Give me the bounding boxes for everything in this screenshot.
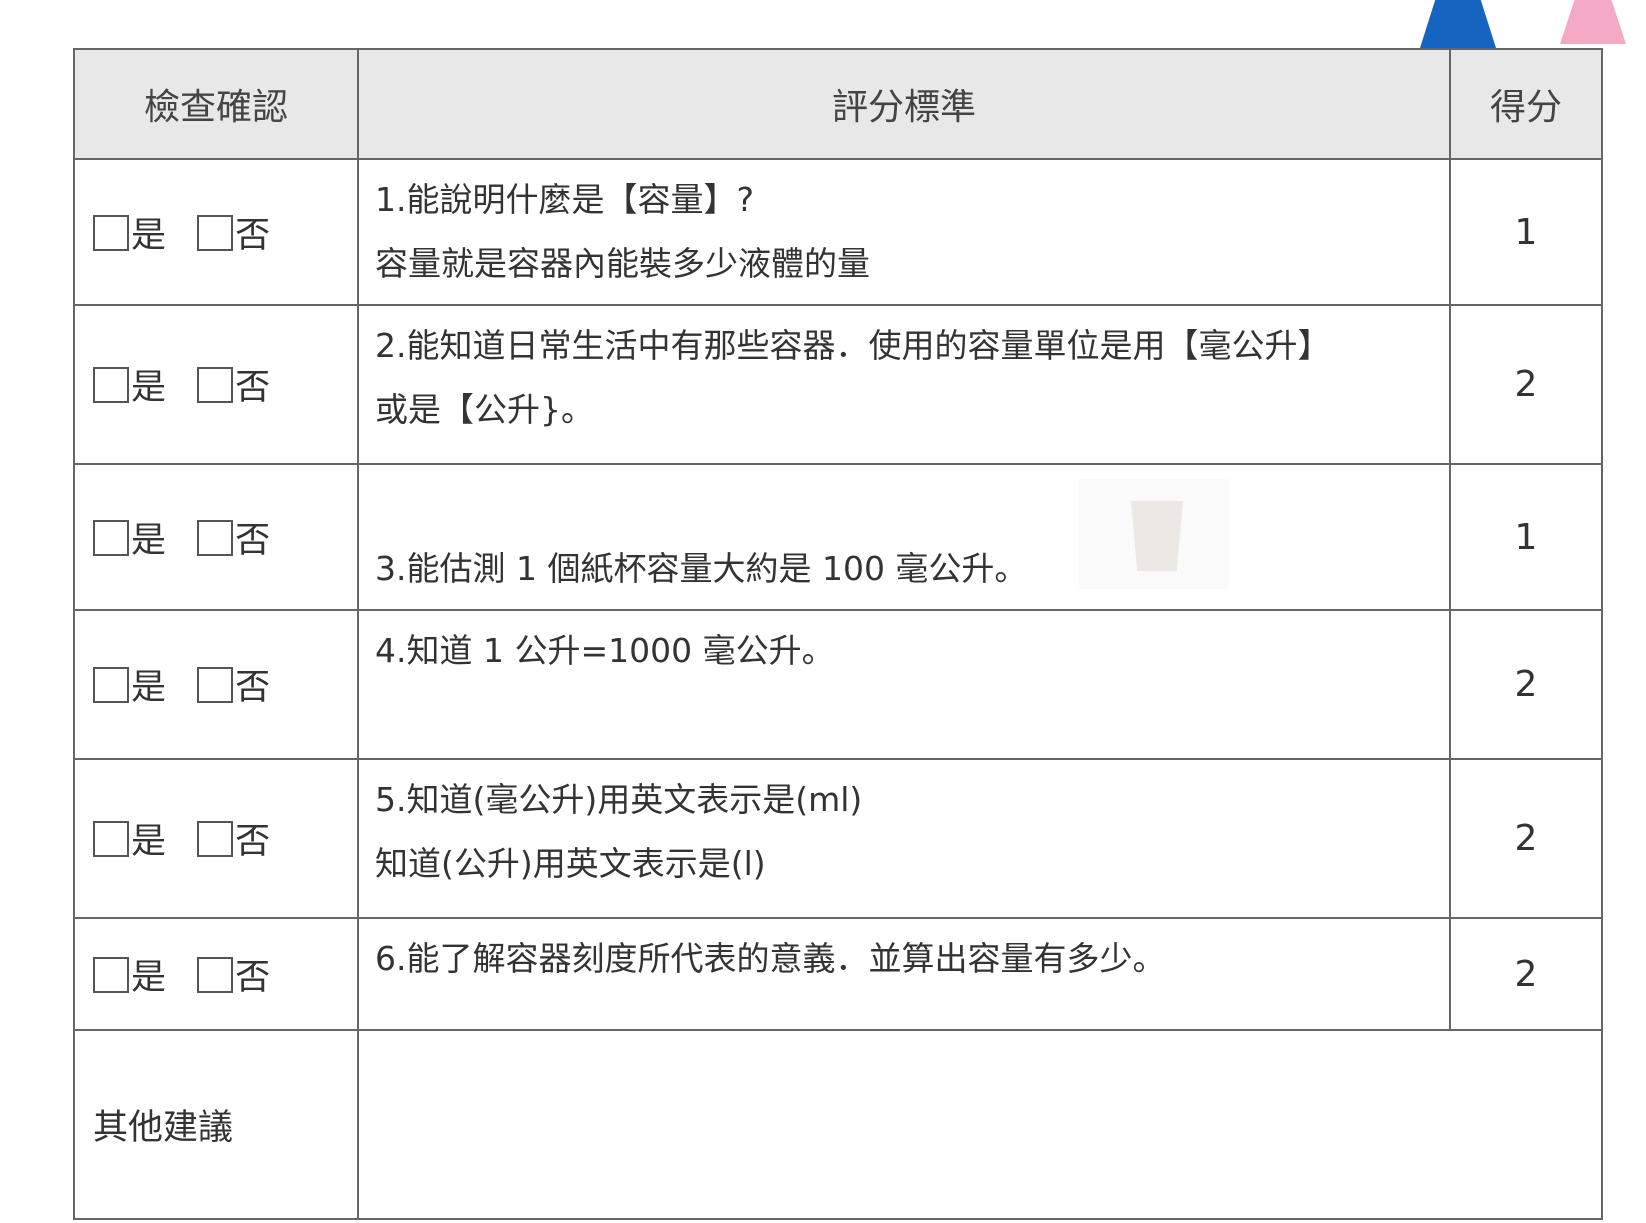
yes-checkbox[interactable]: 是	[93, 956, 167, 998]
yes-label: 是	[131, 368, 167, 408]
check-cell: 是 否	[73, 304, 359, 465]
checkbox-icon[interactable]	[197, 667, 234, 703]
other-suggestions-row: 其他建議	[73, 1029, 1603, 1220]
rubric-table: 檢查確認 評分標準 得分 是 否 1.能說明什麼是【容量】? 容量就是容器內能裝多…	[73, 48, 1603, 1220]
score-cell: 1	[1449, 158, 1603, 306]
checkbox-icon[interactable]	[93, 667, 129, 703]
checkbox-icon[interactable]	[93, 956, 129, 993]
no-checkbox[interactable]: 否	[197, 667, 271, 708]
table-row: 是 否 5.知道(毫公升)用英文表示是(ml) 知道(公升)用英文表示是(l) 2	[73, 758, 1603, 919]
criteria-line: 2.能知道日常生活中有那些容器．使用的容量單位是用【毫公升】	[375, 326, 1331, 365]
header-row: 檢查確認 評分標準 得分	[73, 48, 1603, 160]
no-label: 否	[235, 822, 271, 862]
yes-label: 是	[131, 822, 167, 862]
criteria-line: 1.能說明什麼是【容量】?	[375, 180, 755, 219]
character-blue-illustration	[1420, 0, 1496, 48]
criteria-cell: 5.知道(毫公升)用英文表示是(ml) 知道(公升)用英文表示是(l)	[357, 758, 1451, 919]
check-cell: 是 否	[73, 609, 359, 760]
no-label: 否	[235, 520, 271, 561]
checkbox-icon[interactable]	[93, 821, 129, 857]
yes-label: 是	[131, 668, 167, 708]
check-cell: 是 否	[73, 758, 359, 919]
criteria-line: 或是【公升}。	[375, 390, 594, 429]
header-criteria: 評分標準	[357, 48, 1451, 160]
table-row: 是 否 4.知道 1 公升=1000 毫公升。 2	[73, 609, 1603, 760]
table-row: 是 否 1.能說明什麼是【容量】? 容量就是容器內能裝多少液體的量 1	[73, 158, 1603, 306]
character-pink-illustration	[1560, 0, 1626, 44]
checkbox-icon[interactable]	[197, 214, 234, 251]
criteria-line: 4.知道 1 公升=1000 毫公升。	[375, 631, 835, 670]
criteria-line: 知道(公升)用英文表示是(l)	[375, 844, 766, 883]
yes-checkbox[interactable]: 是	[93, 519, 167, 561]
checkbox-icon[interactable]	[197, 519, 234, 556]
no-checkbox[interactable]: 否	[197, 367, 271, 408]
no-checkbox[interactable]: 否	[197, 519, 271, 561]
score-cell: 2	[1449, 304, 1603, 465]
no-checkbox[interactable]: 否	[197, 821, 271, 862]
yes-label: 是	[131, 957, 167, 998]
header-score: 得分	[1449, 48, 1603, 160]
checkbox-icon[interactable]	[197, 367, 234, 403]
no-label: 否	[235, 368, 271, 408]
no-label: 否	[235, 668, 271, 708]
criteria-line: 容量就是容器內能裝多少液體的量	[375, 244, 870, 283]
criteria-line	[375, 683, 1433, 747]
yes-checkbox[interactable]: 是	[93, 367, 167, 408]
criteria-line	[375, 473, 1433, 537]
yes-label: 是	[131, 520, 167, 561]
score-cell: 1	[1449, 463, 1603, 611]
checkbox-icon[interactable]	[197, 821, 234, 857]
criteria-cell: 1.能說明什麼是【容量】? 容量就是容器內能裝多少液體的量	[357, 158, 1451, 306]
table-row: 是 否 3.能估測 1 個紙杯容量大約是 100 毫公升。 1	[73, 463, 1603, 611]
checkbox-icon[interactable]	[93, 519, 129, 556]
score-cell: 2	[1449, 609, 1603, 760]
criteria-cell: 2.能知道日常生活中有那些容器．使用的容量單位是用【毫公升】 或是【公升}。	[357, 304, 1451, 465]
header-check: 檢查確認	[73, 48, 359, 160]
yes-label: 是	[131, 215, 167, 256]
yes-checkbox[interactable]: 是	[93, 821, 167, 862]
criteria-cell: 6.能了解容器刻度所代表的意義．並算出容量有多少。	[357, 917, 1451, 1031]
no-checkbox[interactable]: 否	[197, 956, 271, 998]
criteria-line: 6.能了解容器刻度所代表的意義．並算出容量有多少。	[375, 939, 1166, 978]
criteria-line: 3.能估測 1 個紙杯容量大約是 100 毫公升。	[375, 549, 1028, 588]
table-row: 是 否 6.能了解容器刻度所代表的意義．並算出容量有多少。 2	[73, 917, 1603, 1031]
criteria-line: 5.知道(毫公升)用英文表示是(ml)	[375, 780, 863, 819]
other-suggestions-field[interactable]	[357, 1029, 1603, 1220]
check-cell: 是 否	[73, 463, 359, 611]
score-cell: 2	[1449, 917, 1603, 1031]
score-cell: 2	[1449, 758, 1603, 919]
yes-checkbox[interactable]: 是	[93, 667, 167, 708]
criteria-cell: 3.能估測 1 個紙杯容量大約是 100 毫公升。	[357, 463, 1451, 611]
yes-checkbox[interactable]: 是	[93, 214, 167, 256]
checkbox-icon[interactable]	[93, 214, 129, 251]
criteria-cell: 4.知道 1 公升=1000 毫公升。	[357, 609, 1451, 760]
no-checkbox[interactable]: 否	[197, 214, 271, 256]
no-label: 否	[235, 957, 271, 998]
check-cell: 是 否	[73, 917, 359, 1031]
table-row: 是 否 2.能知道日常生活中有那些容器．使用的容量單位是用【毫公升】 或是【公升}…	[73, 304, 1603, 465]
paper-cup-image	[1079, 479, 1229, 589]
check-cell: 是 否	[73, 158, 359, 306]
checkbox-icon[interactable]	[197, 956, 234, 993]
checkbox-icon[interactable]	[93, 367, 129, 403]
no-label: 否	[235, 215, 271, 256]
other-suggestions-label: 其他建議	[73, 1029, 359, 1220]
